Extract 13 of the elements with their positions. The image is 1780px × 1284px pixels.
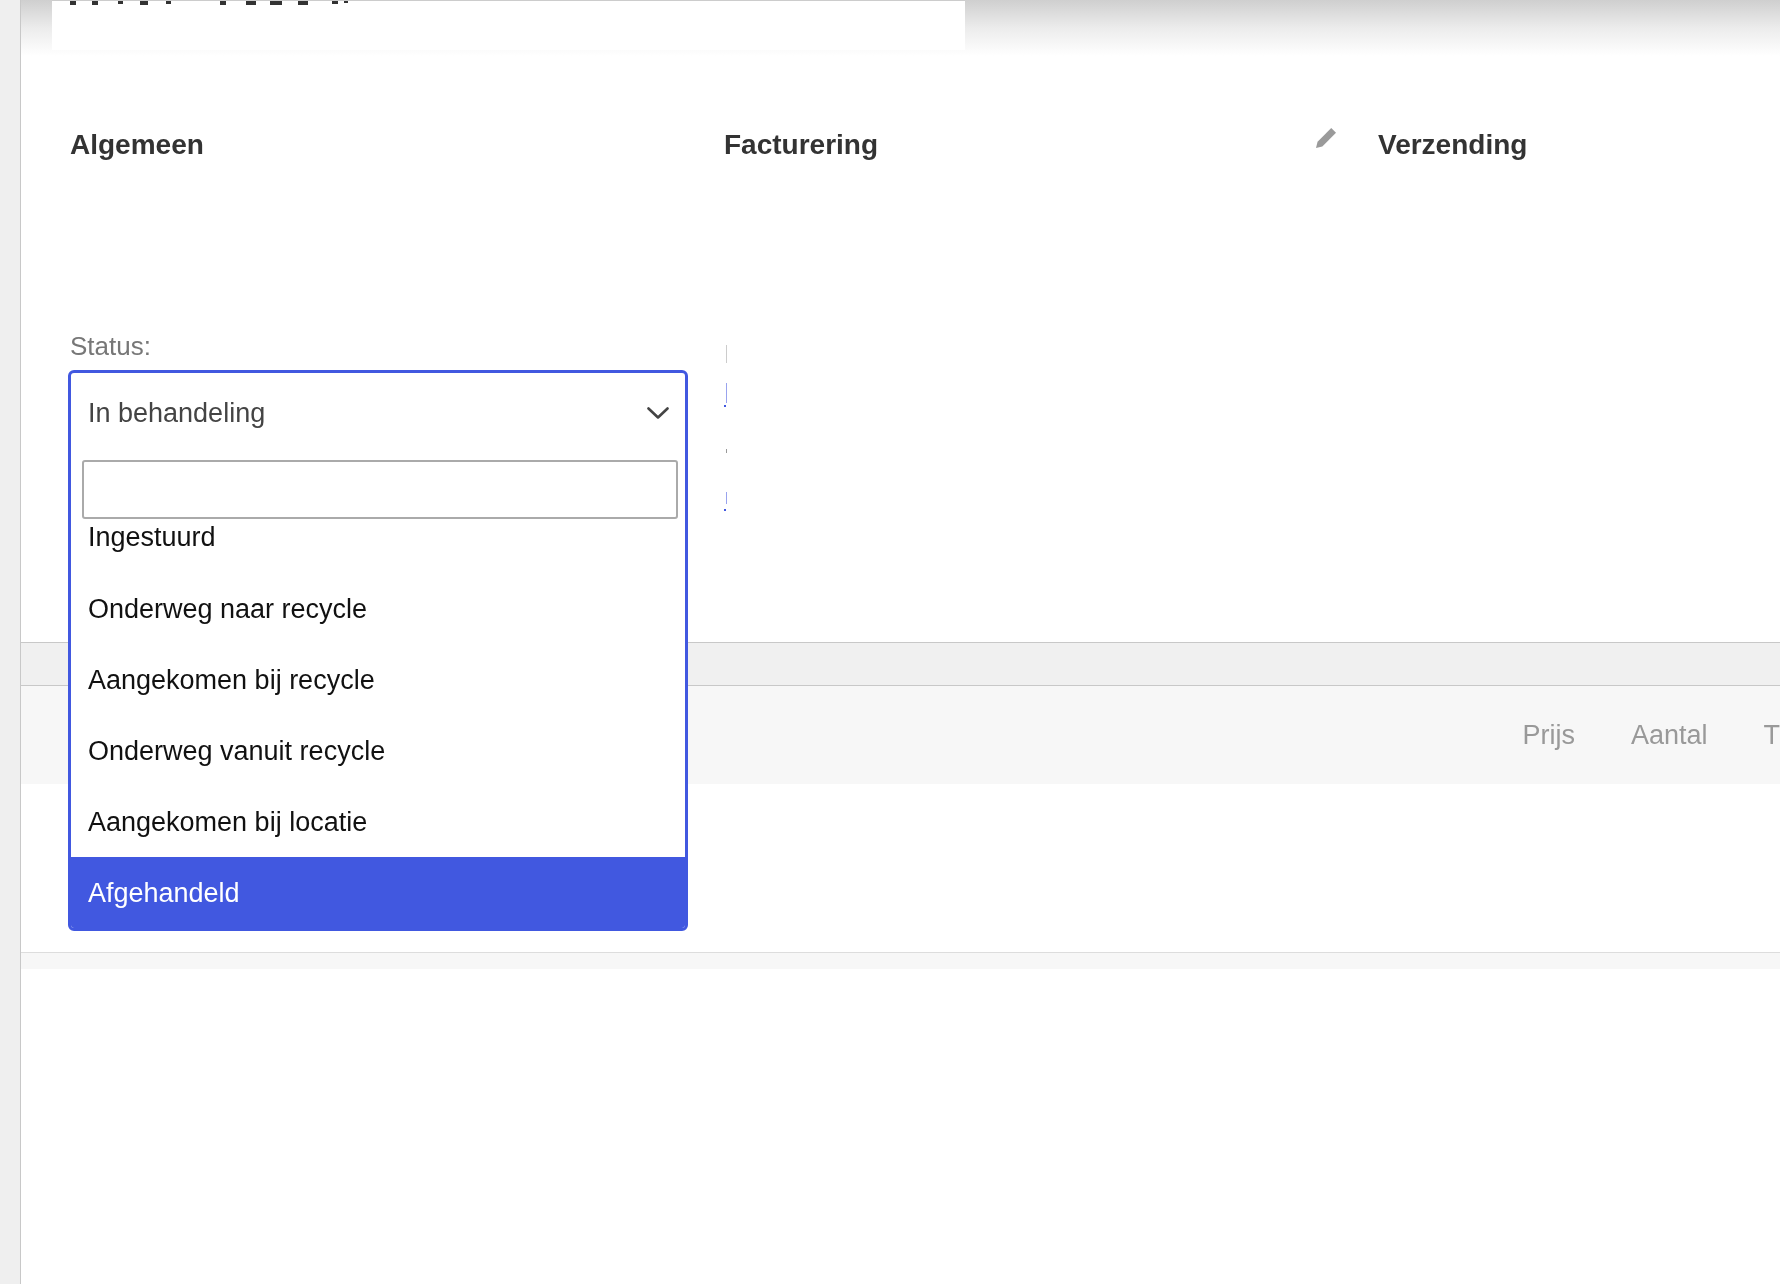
column-header: T [1763,719,1780,751]
field-label: Status: [70,331,152,361]
status-dropdown[interactable]: In behandeling Ingestuurd Onderweg naar recycle Aangekomen bij recycle Onderweg vanuit recycle Aangekomen bij locatie Afgehandeld [68,370,688,931]
pencil-icon[interactable] [1316,128,1336,148]
status-select[interactable]: In behandeling [71,373,685,452]
column-header: Aantal [1630,719,1708,751]
section-heading: Algemeen [70,128,204,162]
section-heading: Facturering [724,128,879,162]
column-header: Prijs [1522,719,1575,751]
dropdown-option[interactable]: Afgehandeld [71,857,685,928]
chevron-down-icon [647,406,669,419]
search-input[interactable] [82,460,678,519]
section-heading: Verzending [1378,128,1528,162]
